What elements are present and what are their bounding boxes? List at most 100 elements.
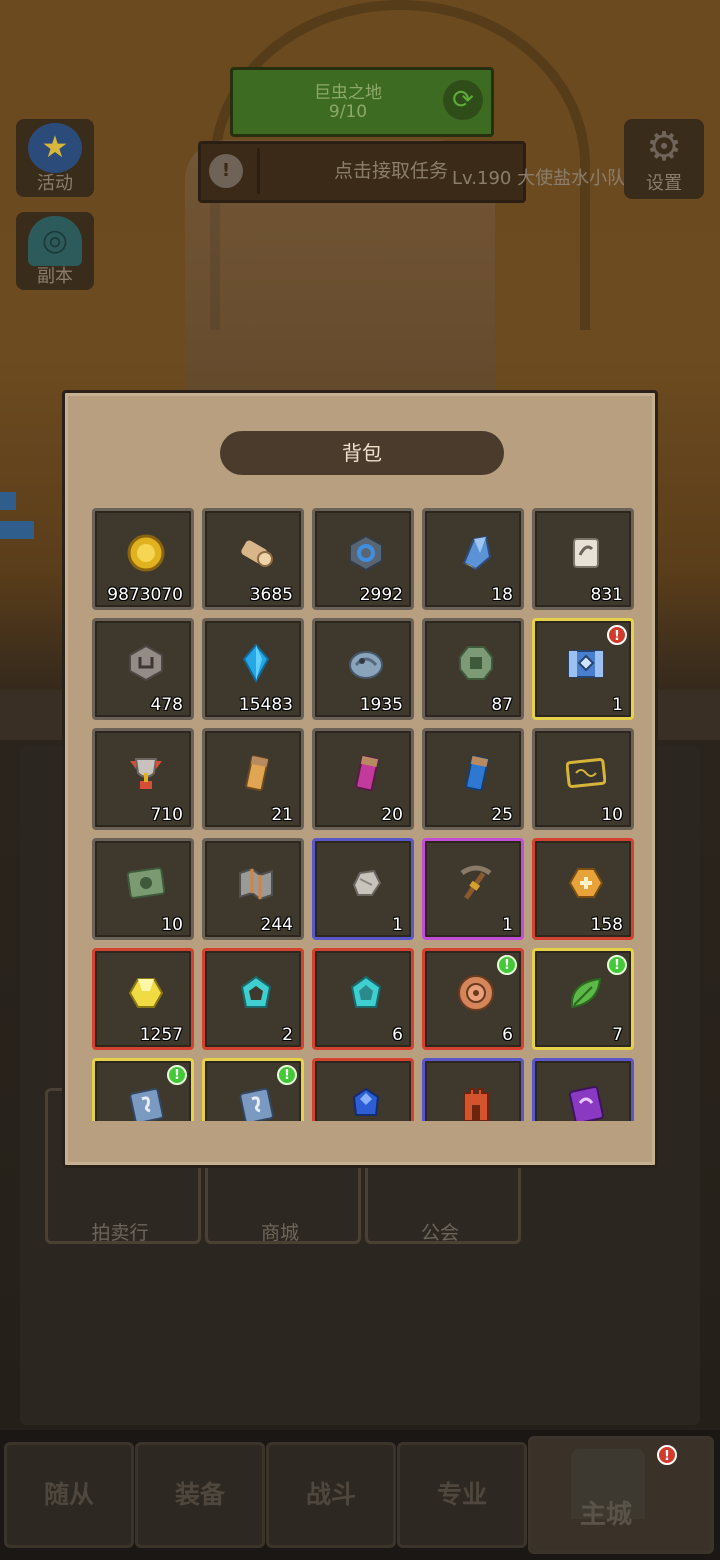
new-item-badge: ! [167,1065,187,1085]
inventory-slot[interactable]: 1 [422,838,524,940]
activity-label: 活动 [37,173,73,194]
bottom-nav: 随从 装备 战斗 专业 主城 ! [0,1430,720,1560]
item-quantity: 244 [260,915,293,935]
exclamation-icon: ! [209,154,243,188]
yellow-gem-icon [126,973,166,1013]
tab-battle[interactable]: 战斗 [266,1442,396,1548]
skill-book-icon [236,1083,276,1121]
tab-profession[interactable]: 专业 [397,1442,527,1548]
shop-label: 商城 [260,1222,299,1244]
item-quantity: 2992 [359,585,403,605]
inventory-slot[interactable]: 25 [422,728,524,830]
inventory-slot[interactable]: 1! [532,618,634,720]
green-ticket-icon [126,863,166,903]
hp-tag [0,492,16,510]
inventory-slot[interactable]: 10 [92,838,194,940]
pink-potion-icon [346,753,386,793]
refresh-icon[interactable]: ⟳ [443,80,483,120]
inventory-slot[interactable]: 831 [532,508,634,610]
backpack-grid[interactable]: 9873070 3685 2992 18 831 478 15483 1935 87 1! 710 2… [88,503,638,1121]
inventory-slot[interactable]: 10 [532,728,634,830]
item-quantity: 9873070 [107,585,183,605]
blue-diamond-icon [236,643,276,684]
new-item-badge: ! [607,955,627,975]
blue-gem-icon [346,1083,386,1121]
item-quantity: 7 [612,1025,623,1045]
tab-followers[interactable]: 随从 [4,1442,134,1548]
wood-log-icon [236,533,276,573]
gear-icon: ⚙ [646,124,682,170]
inventory-slot[interactable]: 1935 [312,618,414,720]
leaf-icon [566,973,606,1013]
inventory-slot[interactable]: 1 [312,838,414,940]
trophy-icon [126,753,166,793]
green-coin-icon [456,643,496,683]
inventory-slot[interactable]: 6! [422,948,524,1050]
inventory-slot[interactable]: 6 [312,948,414,1050]
new-item-badge: ! [277,1065,297,1085]
backpack-modal: 背包 9873070 3685 2992 18 831 478 15483 1935 87 1! 7… [62,390,658,1168]
item-quantity: 87 [491,695,513,715]
star-icon: ★ [28,123,82,173]
item-quantity: 6 [502,1025,513,1045]
gray-rune-stone-icon [126,643,166,683]
map-progress-box[interactable]: 巨虫之地 9/10 ⟳ [230,67,494,137]
inventory-slot[interactable]: 158 [532,838,634,940]
inventory-slot[interactable]: 7! [532,948,634,1050]
inventory-slot[interactable]: 244 [202,838,304,940]
inventory-slot[interactable]: 9873070 [92,508,194,610]
item-quantity: 1 [392,915,403,935]
inventory-slot[interactable]: 87 [422,618,524,720]
inventory-slot[interactable]: 478 [92,618,194,720]
guild-label: 公会 [420,1222,459,1244]
item-quantity: 20 [381,805,403,825]
item-quantity: 1257 [139,1025,183,1045]
item-quantity: 478 [150,695,183,715]
activity-button[interactable]: ★ 活动 [16,119,94,197]
settings-button[interactable]: ⚙ 设置 [624,119,704,199]
item-quantity: 10 [601,805,623,825]
item-quantity: 15483 [238,695,293,715]
tab-equipment[interactable]: 装备 [135,1442,265,1548]
item-quantity: 1 [502,915,513,935]
ore-icon [346,863,386,903]
map-name: 巨虫之地 [314,83,382,103]
dungeon-button[interactable]: ◎ 副本 [16,212,94,290]
pickaxe-icon [456,863,496,903]
inventory-slot[interactable] [422,1058,524,1121]
backpack-title: 背包 [220,431,504,475]
notification-badge: ! [657,1445,677,1465]
inventory-slot[interactable]: ! [202,1058,304,1121]
orange-potion-icon [236,753,276,793]
inventory-slot[interactable] [532,1058,634,1121]
inventory-slot[interactable]: 21 [202,728,304,830]
alert-badge: ! [607,625,627,645]
inventory-slot[interactable]: 20 [312,728,414,830]
inventory-slot[interactable]: 2992 [312,508,414,610]
inventory-slot[interactable]: 18 [422,508,524,610]
inventory-slot[interactable]: 15483 [202,618,304,720]
inventory-slot[interactable] [312,1058,414,1121]
gold-coin-icon [126,533,166,573]
cyan-gem-icon [346,973,386,1013]
item-quantity: 158 [590,915,623,935]
inventory-slot[interactable]: 2 [202,948,304,1050]
inventory-slot[interactable]: 3685 [202,508,304,610]
golden-ticket-icon [565,753,607,793]
tab-main-city-label: 主城 [579,1500,632,1530]
inventory-slot[interactable]: 710 [92,728,194,830]
inventory-slot[interactable]: ! [92,1058,194,1121]
orange-gem-icon [566,863,606,903]
divider [257,148,260,194]
settings-label: 设置 [646,173,682,194]
inventory-slot[interactable]: 1257 [92,948,194,1050]
item-quantity: 831 [590,585,623,605]
blue-crystal-shard-icon [456,533,496,573]
item-quantity: 1935 [359,695,403,715]
item-quantity: 10 [161,915,183,935]
tab-main-city[interactable]: 主城 ! [528,1436,714,1554]
blue-rune-stone-icon [346,533,386,573]
item-quantity: 25 [491,805,513,825]
treasure-chest-icon [566,643,606,683]
auction-label: 拍卖行 [91,1222,149,1244]
